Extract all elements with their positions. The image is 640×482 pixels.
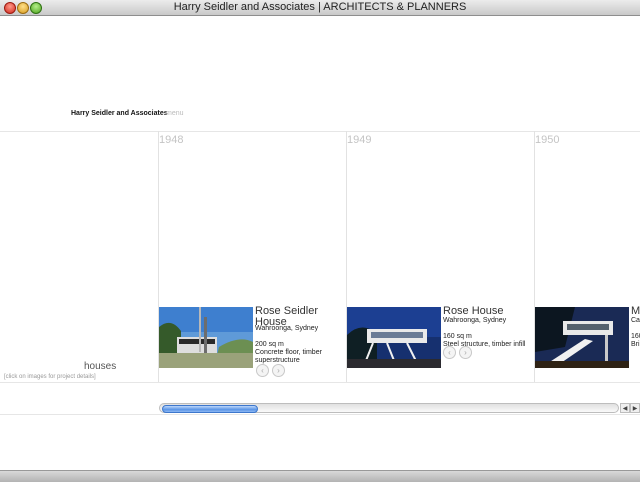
- menu-link[interactable]: menu: [166, 110, 184, 117]
- project-area: 160: [631, 333, 640, 340]
- project-description: Concrete floor, timber: [255, 349, 322, 356]
- brand-link[interactable]: Harry Seidler and Associates: [71, 110, 168, 117]
- project-location: Cas: [631, 317, 640, 324]
- project-photo[interactable]: [347, 307, 441, 368]
- chevron-right-icon[interactable]: ›: [272, 364, 285, 377]
- chevron-left-icon[interactable]: ‹: [443, 346, 456, 359]
- project-location: Wahroonga, Sydney: [255, 325, 319, 332]
- project-description: Steel structure, timber infill: [443, 341, 526, 348]
- footer-divider: [0, 414, 640, 415]
- project-area: 200 sq m: [255, 341, 284, 348]
- window-title: Harry Seidler and Associates | ARCHITECT…: [173, 1, 467, 13]
- year-label: 1949: [347, 134, 372, 146]
- timeline-top-divider: [0, 131, 640, 132]
- project-title: Rose House: [443, 305, 504, 317]
- project-photo[interactable]: [535, 307, 629, 368]
- project-photo[interactable]: [159, 307, 253, 368]
- section-hint: [click on images for project details]: [4, 374, 96, 380]
- horizontal-scrollbar[interactable]: ◀ ▶: [159, 403, 640, 414]
- scrollbar-thumb[interactable]: [162, 405, 258, 413]
- chevron-right-icon[interactable]: ›: [459, 346, 472, 359]
- scrollbar-track[interactable]: [159, 403, 619, 413]
- project-description: Bri: [631, 341, 640, 348]
- project-title: Me: [631, 305, 640, 317]
- window-titlebar: Harry Seidler and Associates | ARCHITECT…: [0, 0, 640, 16]
- chevron-left-icon[interactable]: ‹: [256, 364, 269, 377]
- window-statusbar: [0, 470, 640, 482]
- scroll-right-icon[interactable]: ▶: [630, 403, 640, 413]
- scroll-left-icon[interactable]: ◀: [620, 403, 630, 413]
- section-label: houses: [84, 361, 117, 372]
- timeline-bottom-divider: [0, 382, 640, 383]
- project-area: 160 sq m: [443, 333, 472, 340]
- year-label: 1950: [535, 134, 560, 146]
- project-location: Wahroonga, Sydney: [443, 317, 507, 324]
- year-label: 1948: [159, 134, 184, 146]
